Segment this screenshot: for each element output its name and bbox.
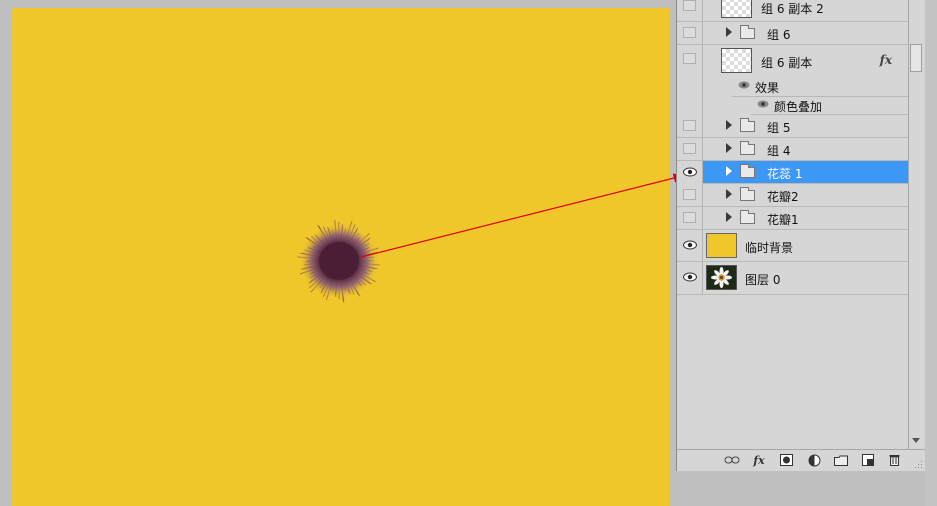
layer-name: 组 6 副本 <box>761 56 813 70</box>
folder-icon <box>740 164 755 178</box>
layer-name: 临时背景 <box>745 241 794 255</box>
layer-row-stamen1[interactable]: 花蕊 1 <box>703 161 908 184</box>
trash-icon[interactable] <box>885 452 903 468</box>
fx-icon[interactable]: fx <box>750 452 768 468</box>
panel-dock-edge <box>925 0 937 506</box>
visibility-toggle[interactable] <box>683 0 696 11</box>
layer-name: 图层 0 <box>745 273 781 287</box>
effect-row-color-overlay[interactable]: 颜色叠加 <box>751 97 908 115</box>
layer-row-group6-copy[interactable]: 组 6 副本 fx <box>677 45 908 75</box>
stamen-artwork <box>297 220 380 303</box>
new-group-icon[interactable] <box>832 452 850 468</box>
document-canvas[interactable] <box>11 8 669 506</box>
folder-icon <box>740 210 755 224</box>
expand-triangle-icon[interactable] <box>726 143 732 153</box>
visibility-toggle[interactable] <box>683 212 696 223</box>
layer-row-petal2[interactable]: 花瓣2 <box>677 184 908 207</box>
visibility-toggle[interactable] <box>683 143 696 154</box>
mask-icon[interactable] <box>777 452 795 468</box>
layer-row-group6-copy2[interactable]: 组 6 副本 2 <box>677 0 908 22</box>
flower-photo-thumbnail <box>706 265 737 290</box>
layer-name: 花瓣1 <box>767 213 799 227</box>
layer-name: 组 4 <box>767 144 791 158</box>
new-layer-icon[interactable] <box>859 452 877 468</box>
layer-row-group6[interactable]: 组 6 <box>677 22 908 45</box>
layer-name: 组 6 副本 2 <box>761 2 824 16</box>
resize-grip-icon[interactable] <box>915 461 923 469</box>
expand-triangle-icon[interactable] <box>726 212 732 222</box>
eye-icon[interactable] <box>738 81 750 89</box>
layer-row-temp-bg[interactable]: 临时背景 <box>677 230 908 262</box>
expand-triangle-icon[interactable] <box>726 166 732 176</box>
layers-scrollbar[interactable] <box>908 0 924 449</box>
adjustment-icon[interactable] <box>805 452 823 468</box>
folder-icon <box>740 118 755 132</box>
layer-name: 花瓣2 <box>767 190 799 204</box>
layers-panel: 组 6 副本 2 组 6 组 6 副本 fx 效果 颜色叠加 组 5 组 4 花… <box>676 0 926 471</box>
expand-triangle-icon[interactable] <box>726 27 732 37</box>
expand-triangle-icon[interactable] <box>726 120 732 130</box>
effects-label: 效果 <box>755 81 780 95</box>
folder-icon <box>740 141 755 155</box>
layer-thumbnail <box>706 233 737 258</box>
layers-toolbar: fx <box>677 449 925 471</box>
folder-icon <box>740 187 755 201</box>
layer-row-group5[interactable]: 组 5 <box>677 115 908 138</box>
eye-icon[interactable] <box>683 167 697 177</box>
scroll-thumb[interactable] <box>910 44 922 72</box>
link-icon[interactable] <box>723 452 741 468</box>
effect-name: 颜色叠加 <box>774 100 823 114</box>
layer-row-group4[interactable]: 组 4 <box>677 138 908 161</box>
eye-icon[interactable] <box>683 240 697 250</box>
layer-name: 组 6 <box>767 28 791 42</box>
eye-icon[interactable] <box>757 100 769 108</box>
effects-row[interactable]: 效果 <box>732 76 908 97</box>
visibility-toggle[interactable] <box>683 27 696 38</box>
folder-icon <box>740 25 755 39</box>
fx-icon[interactable]: fx <box>880 53 892 67</box>
layer-row-petal1[interactable]: 花瓣1 <box>677 207 908 230</box>
layer-row-layer0[interactable]: 图层 0 <box>677 262 908 295</box>
visibility-toggle[interactable] <box>683 120 696 131</box>
expand-triangle-icon[interactable] <box>726 189 732 199</box>
layer-name: 花蕊 1 <box>767 167 803 181</box>
scroll-down-icon[interactable] <box>912 438 920 443</box>
eye-icon[interactable] <box>683 272 697 282</box>
visibility-toggle[interactable] <box>683 189 696 200</box>
layer-name: 组 5 <box>767 121 791 135</box>
layer-thumbnail <box>721 48 752 73</box>
layer-thumbnail <box>721 0 752 18</box>
visibility-toggle[interactable] <box>683 53 696 64</box>
